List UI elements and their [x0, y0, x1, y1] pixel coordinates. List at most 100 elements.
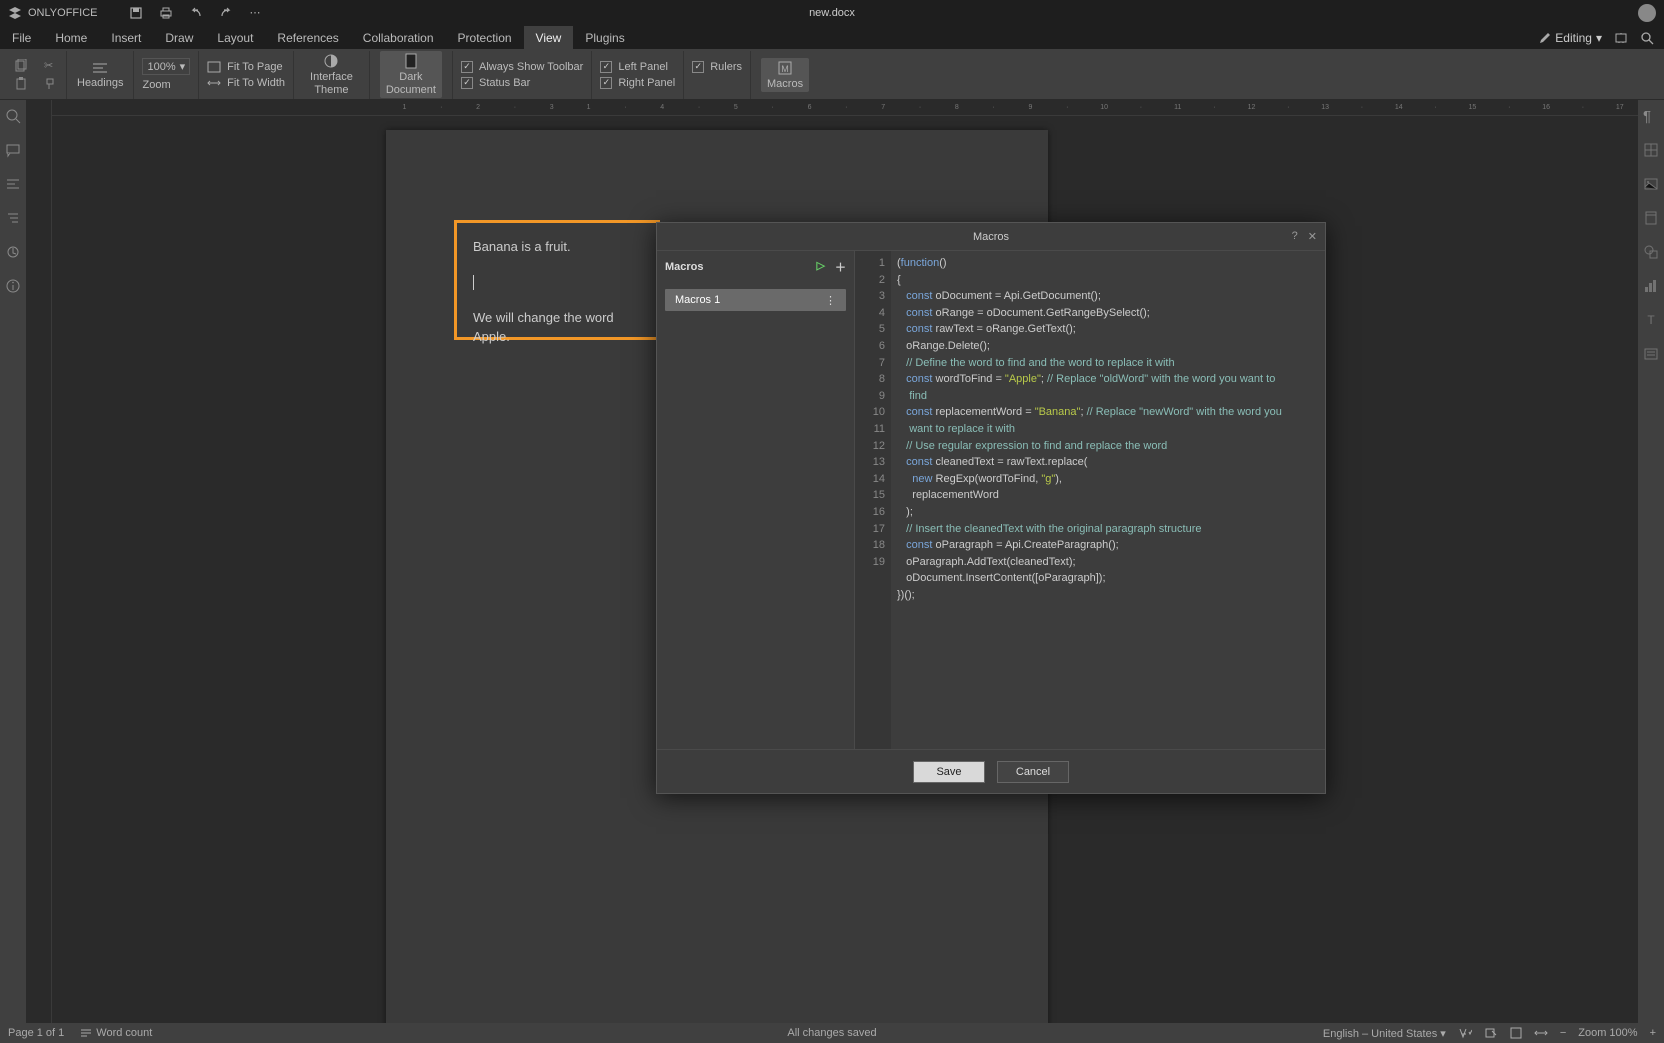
macro-list-item[interactable]: Macros 1 ⋮ — [665, 289, 846, 311]
pencil-icon — [1539, 32, 1551, 44]
tab-view[interactable]: View — [524, 26, 574, 50]
fit-width-icon[interactable] — [1534, 1027, 1548, 1039]
macro-list-panel: Macros ▷ ＋ Macros 1 ⋮ — [657, 251, 855, 749]
headings-label: Headings — [77, 77, 123, 89]
zoom-value: 100% — [147, 61, 175, 73]
dialog-title: Macros — [973, 231, 1009, 243]
word-count[interactable]: Word count — [80, 1027, 152, 1039]
tab-references[interactable]: References — [265, 26, 350, 50]
spellcheck-icon[interactable] — [1458, 1027, 1472, 1039]
macro-item-label: Macros 1 — [675, 294, 720, 306]
zoom-status[interactable]: Zoom 100% — [1578, 1027, 1637, 1039]
help-icon[interactable]: ? — [1292, 230, 1298, 243]
right-rail: ¶ T — [1638, 100, 1664, 1023]
fit-page-icon[interactable] — [1510, 1027, 1522, 1039]
left-panel-label: Left Panel — [618, 61, 668, 73]
right-panel-check[interactable]: Right Panel — [600, 77, 675, 89]
paragraph-icon[interactable]: ¶ — [1643, 108, 1659, 124]
document-title: new.docx — [809, 7, 855, 19]
outline-icon[interactable] — [5, 210, 21, 226]
open-location-icon[interactable] — [1614, 31, 1628, 45]
tab-layout[interactable]: Layout — [205, 26, 265, 50]
dark-document-button[interactable]: Dark Document — [380, 51, 442, 97]
save-button[interactable]: Save — [913, 761, 985, 783]
fit-to-page-button[interactable]: Fit To Page — [207, 61, 285, 73]
info-icon[interactable] — [5, 278, 21, 294]
comment-icon[interactable] — [5, 142, 21, 158]
status-bar-check[interactable]: Status Bar — [461, 77, 583, 89]
zoom-out-icon[interactable]: − — [1560, 1027, 1566, 1039]
copy-icon[interactable] — [14, 59, 28, 73]
tab-protection[interactable]: Protection — [446, 26, 524, 50]
rulers-check[interactable]: Rulers — [692, 61, 742, 73]
header-footer-icon[interactable] — [1643, 210, 1659, 226]
headings-panel-icon[interactable] — [5, 176, 21, 192]
cancel-button[interactable]: Cancel — [997, 761, 1069, 783]
shape-icon[interactable] — [1643, 244, 1659, 260]
left-panel-check[interactable]: Left Panel — [600, 61, 675, 73]
theme-icon — [322, 53, 340, 69]
interface-theme-button[interactable]: Interface Theme — [304, 51, 359, 97]
add-macro-icon[interactable]: ＋ — [835, 259, 846, 275]
macro-item-menu-icon[interactable]: ⋮ — [825, 294, 836, 307]
fit-to-width-label: Fit To Width — [227, 77, 285, 89]
language-selector[interactable]: English – United States ▾ — [1323, 1027, 1446, 1040]
save-icon[interactable] — [129, 6, 143, 20]
cut-icon[interactable]: ✂ — [44, 59, 53, 72]
code-content[interactable]: (function() { const oDocument = Api.GetD… — [891, 251, 1325, 749]
fit-to-width-button[interactable]: Fit To Width — [207, 77, 285, 89]
logo-icon — [8, 6, 22, 20]
right-panel-label: Right Panel — [618, 77, 675, 89]
left-rail — [0, 100, 26, 1023]
status-bar-label: Status Bar — [479, 77, 530, 89]
tab-plugins[interactable]: Plugins — [573, 26, 636, 50]
undo-icon[interactable] — [189, 6, 203, 20]
tab-draw[interactable]: Draw — [153, 26, 205, 50]
editing-mode[interactable]: Editing ▾ — [1539, 31, 1602, 45]
zoom-in-icon[interactable]: + — [1650, 1027, 1656, 1039]
chevron-down-icon: ▾ — [180, 60, 186, 73]
feedback-icon[interactable] — [5, 244, 21, 260]
run-macro-icon[interactable]: ▷ — [817, 259, 825, 275]
table-icon[interactable] — [1643, 142, 1659, 158]
search-icon[interactable] — [5, 108, 21, 124]
save-status: All changes saved — [787, 1027, 876, 1039]
image-icon[interactable] — [1643, 176, 1659, 192]
user-avatar[interactable] — [1638, 4, 1656, 22]
tab-home[interactable]: Home — [43, 26, 99, 50]
headings-icon[interactable] — [91, 61, 109, 77]
macros-label: Macros — [767, 78, 803, 90]
rulers-label: Rulers — [710, 61, 742, 73]
search-icon[interactable] — [1640, 31, 1654, 45]
macros-button[interactable]: M Macros — [761, 58, 809, 92]
print-icon[interactable] — [159, 6, 173, 20]
text-art-icon[interactable]: T — [1643, 312, 1659, 328]
always-show-toolbar-check[interactable]: Always Show Toolbar — [461, 61, 583, 73]
tab-file[interactable]: File — [0, 26, 43, 50]
redo-icon[interactable] — [219, 6, 233, 20]
titlebar: ONLYOFFICE ⋯ new.docx — [0, 0, 1664, 26]
code-editor[interactable]: 12345678910111213141516171819 (function(… — [855, 251, 1325, 749]
tab-insert[interactable]: Insert — [99, 26, 153, 50]
quick-access-toolbar: ⋯ — [129, 6, 260, 20]
highlighted-text-box: Banana is a fruit. We will change the wo… — [454, 220, 660, 340]
tab-collaboration[interactable]: Collaboration — [351, 26, 446, 50]
form-icon[interactable] — [1643, 346, 1659, 362]
more-icon[interactable]: ⋯ — [249, 6, 260, 20]
menubar: File Home Insert Draw Layout References … — [0, 26, 1664, 50]
format-painter-icon[interactable] — [44, 77, 58, 91]
macros-dialog: Macros ? ✕ Macros ▷ ＋ Macros 1 ⋮ — [656, 222, 1326, 794]
statusbar: Page 1 of 1 Word count All changes saved… — [0, 1023, 1664, 1043]
gutter: 12345678910111213141516171819 — [855, 251, 891, 749]
svg-text:T: T — [1647, 313, 1655, 327]
chart-icon[interactable] — [1643, 278, 1659, 294]
page-indicator[interactable]: Page 1 of 1 — [8, 1027, 64, 1039]
close-icon[interactable]: ✕ — [1308, 230, 1317, 243]
track-changes-icon[interactable] — [1484, 1027, 1498, 1039]
dark-doc-icon — [402, 53, 420, 69]
paste-icon[interactable] — [14, 77, 28, 91]
zoom-combo[interactable]: 100% ▾ — [142, 58, 190, 75]
doc-line-1: Banana is a fruit. — [473, 237, 641, 257]
cancel-label: Cancel — [1016, 766, 1050, 778]
workspace: 1·2·31·4·5·6·7·8·9·10·11·12·13·14·15·16·… — [0, 100, 1664, 1023]
